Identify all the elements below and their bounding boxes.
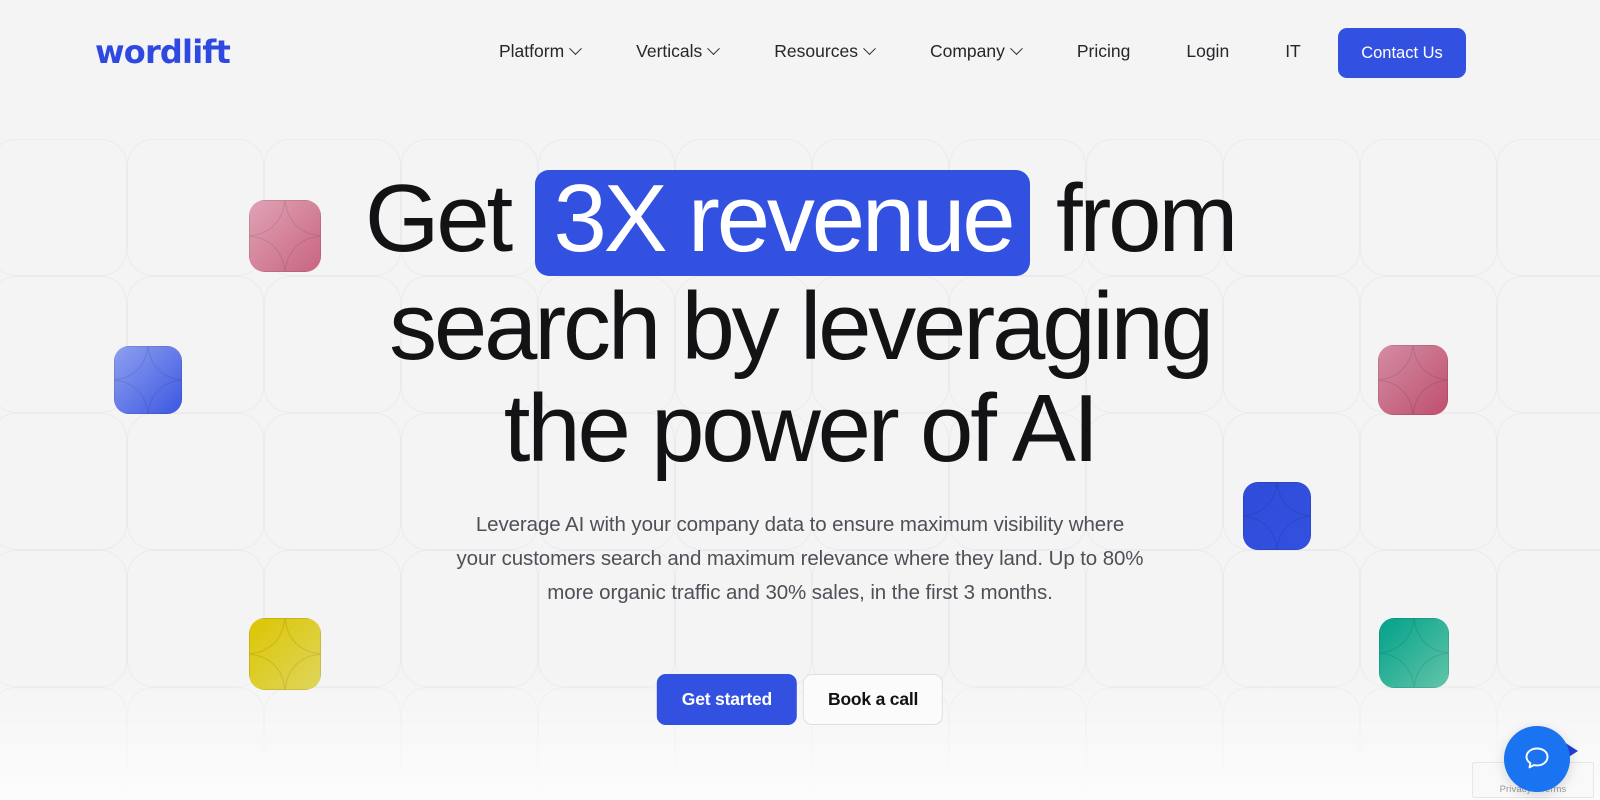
hero-cta-group: Get started Book a call xyxy=(656,674,944,725)
chat-widget-button[interactable] xyxy=(1504,726,1570,792)
chevron-down-icon xyxy=(707,42,721,56)
grid-cell xyxy=(0,687,127,800)
nav-item-login[interactable]: Login xyxy=(1158,36,1257,67)
blue-square-right xyxy=(1243,482,1311,550)
petal-arc xyxy=(1243,516,1277,550)
site-header: wordlift Platform Verticals Resources Compa… xyxy=(0,0,1600,107)
petal-arc xyxy=(249,618,285,654)
chevron-down-icon xyxy=(1009,42,1023,56)
petal-arc xyxy=(1414,618,1449,653)
grid-cell xyxy=(127,550,264,687)
petal-arc xyxy=(1277,516,1311,550)
chat-bubble-icon xyxy=(1520,741,1554,778)
contact-us-button[interactable]: Contact Us xyxy=(1338,28,1466,78)
petal-arc xyxy=(1243,482,1277,516)
headline-line-2: search by leveraging xyxy=(389,273,1214,381)
headline-line-1: Get 3X revenue from xyxy=(0,165,1600,277)
book-a-call-button[interactable]: Book a call xyxy=(803,674,944,725)
yellow-square-bottom xyxy=(249,618,321,690)
headline-line-3: the power of AI xyxy=(503,374,1100,482)
petal-arc xyxy=(285,654,321,690)
chevron-down-icon xyxy=(569,42,583,56)
grid-cell xyxy=(264,687,401,800)
nav-item-verticals[interactable]: Verticals xyxy=(608,36,746,67)
petal-arc xyxy=(1414,653,1449,688)
nav-item-label: Login xyxy=(1186,41,1230,61)
grid-cell xyxy=(127,687,264,800)
nav-item-label: Pricing xyxy=(1076,41,1131,61)
grid-cell xyxy=(1223,550,1360,687)
hero-subheadline: Leverage AI with your company data to en… xyxy=(456,513,1144,604)
get-started-button[interactable]: Get started xyxy=(656,674,797,725)
nav-item-label: Company xyxy=(929,41,1005,61)
petal-arc xyxy=(285,618,321,654)
petal-arc xyxy=(1379,618,1414,653)
teal-square-bottom-right xyxy=(1379,618,1449,688)
nav-item-platform[interactable]: Platform xyxy=(490,36,608,67)
nav-item-company[interactable]: Company xyxy=(902,36,1049,67)
grid-cell xyxy=(1086,687,1223,800)
grid-cell xyxy=(1223,687,1360,800)
nav-item-it[interactable]: IT xyxy=(1257,36,1329,67)
nav-item-resources[interactable]: Resources xyxy=(746,36,902,67)
headline-text-before: Get xyxy=(364,165,534,272)
nav-item-label: Verticals xyxy=(636,41,703,61)
chevron-down-icon xyxy=(863,42,876,56)
petal-arc xyxy=(249,654,285,690)
grid-cell xyxy=(0,550,127,687)
headline-text-after: from xyxy=(1032,165,1238,272)
nav-item-label: IT xyxy=(1285,41,1301,61)
headline-highlight: 3X revenue xyxy=(535,170,1031,277)
petal-arc xyxy=(1379,653,1414,688)
nav-item-label: Resources xyxy=(774,41,858,61)
nav-item-label: Platform xyxy=(499,41,565,61)
grid-cell xyxy=(401,687,538,800)
grid-cell xyxy=(538,687,675,800)
main-navigation: Platform Verticals Resources Company Pricing… xyxy=(490,36,1329,67)
nav-item-pricing[interactable]: Pricing xyxy=(1049,36,1159,67)
grid-cell xyxy=(949,687,1086,800)
grid-cell xyxy=(1497,550,1600,687)
wordlift-logo[interactable]: wordlift xyxy=(95,36,231,68)
page-title: Get 3X revenue from search by leveraging… xyxy=(0,168,1600,480)
petal-arc xyxy=(1277,482,1311,516)
